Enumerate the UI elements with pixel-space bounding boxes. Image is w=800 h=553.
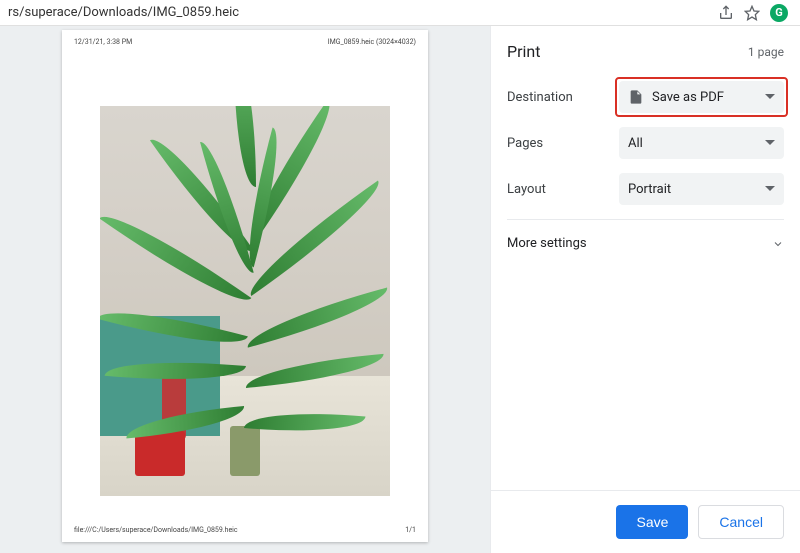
print-preview-area: 12/31/21, 3:38 PM IMG_0859.heic (3024×40… (0, 26, 490, 553)
more-settings-toggle[interactable]: More settings (507, 232, 784, 255)
chevron-down-icon (772, 238, 784, 250)
layout-value: Portrait (628, 182, 671, 197)
preview-page: 12/31/21, 3:38 PM IMG_0859.heic (3024×40… (62, 30, 428, 542)
footer-path: file:///C:/Users/superace/Downloads/IMG_… (74, 526, 238, 534)
layout-select[interactable]: Portrait (619, 173, 784, 205)
page-footer: file:///C:/Users/superace/Downloads/IMG_… (74, 526, 416, 534)
more-settings-label: More settings (507, 236, 587, 251)
destination-value: Save as PDF (652, 90, 724, 105)
url-path: rs/superace/Downloads/IMG_0859.heic (8, 5, 718, 20)
pages-value: All (628, 136, 643, 151)
print-sidebar: Print 1 page Destination Save as PDF (490, 26, 800, 553)
extension-badge[interactable]: G (770, 4, 788, 22)
share-icon[interactable] (718, 5, 734, 21)
action-bar: Save Cancel (491, 490, 800, 553)
browser-address-bar: rs/superace/Downloads/IMG_0859.heic G (0, 0, 800, 26)
page-count: 1 page (748, 45, 784, 59)
save-button[interactable]: Save (616, 505, 688, 539)
preview-image (100, 106, 390, 496)
chevron-down-icon (765, 92, 775, 102)
bookmark-star-icon[interactable] (744, 5, 760, 21)
chevron-down-icon (765, 184, 775, 194)
chevron-down-icon (765, 138, 775, 148)
pdf-icon (628, 89, 644, 105)
layout-label: Layout (507, 182, 619, 197)
pages-select[interactable]: All (619, 127, 784, 159)
page-header: 12/31/21, 3:38 PM IMG_0859.heic (3024×40… (74, 38, 416, 46)
destination-select[interactable]: Save as PDF (619, 81, 784, 113)
divider (507, 219, 784, 220)
print-title: Print (507, 42, 540, 61)
footer-page-indicator: 1/1 (405, 526, 416, 534)
preview-timestamp: 12/31/21, 3:38 PM (74, 38, 132, 46)
destination-label: Destination (507, 90, 619, 105)
toolbar-icons: G (718, 4, 792, 22)
cancel-button[interactable]: Cancel (698, 505, 784, 539)
preview-title: IMG_0859.heic (3024×4032) (328, 38, 416, 46)
pages-label: Pages (507, 136, 619, 151)
